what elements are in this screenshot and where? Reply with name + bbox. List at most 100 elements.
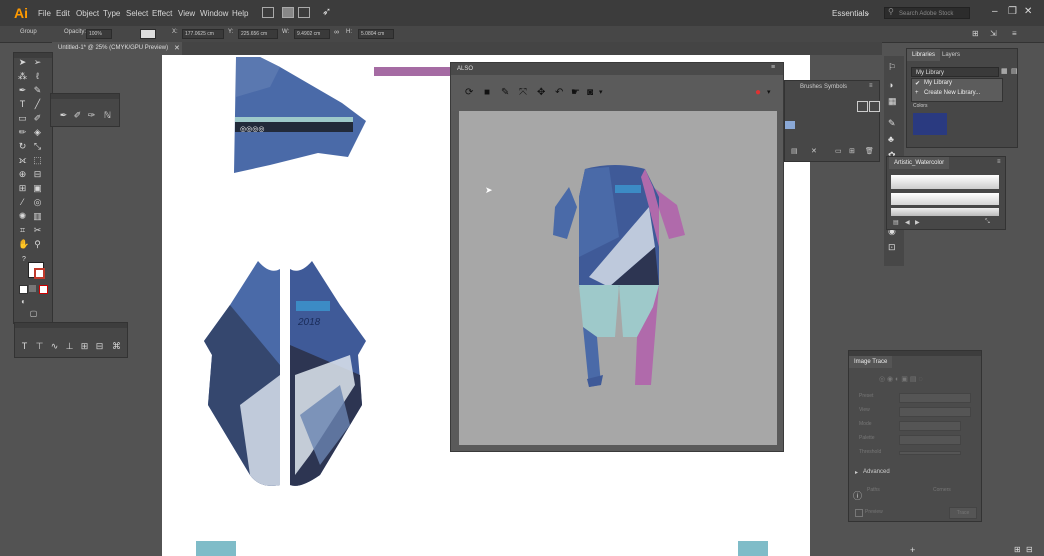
- shape-builder-icon[interactable]: ⊕: [18, 170, 27, 179]
- color-bar-shape[interactable]: [374, 67, 450, 76]
- mesh-tool-icon[interactable]: ⊞: [18, 184, 27, 193]
- menu-my-library[interactable]: My Library: [924, 80, 952, 86]
- arrange-icon[interactable]: ⊞: [972, 29, 979, 38]
- chevron-down-icon[interactable]: ▾: [767, 88, 771, 96]
- list-view-icon[interactable]: ▤: [1011, 67, 1018, 75]
- brush-icon[interactable]: ✎: [501, 87, 509, 98]
- grid-view-icon[interactable]: [869, 101, 880, 112]
- mode-select[interactable]: [899, 421, 961, 431]
- hand-tool-icon[interactable]: ✋: [18, 240, 29, 249]
- vertical-area-type-icon[interactable]: ⊞: [80, 342, 89, 351]
- advanced-toggle[interactable]: Advanced: [863, 469, 890, 475]
- threshold-slider[interactable]: [899, 451, 961, 455]
- eraser-icon[interactable]: ◈: [33, 128, 42, 137]
- library-color-swatch[interactable]: [913, 113, 947, 135]
- refresh-icon[interactable]: ⟳: [465, 87, 473, 98]
- leg-pattern-piece-right[interactable]: [738, 541, 768, 556]
- menu-icon[interactable]: ≡: [1012, 29, 1017, 38]
- menu-create-new-library[interactable]: Create New Library...: [924, 90, 980, 96]
- stock-icon[interactable]: [282, 7, 294, 18]
- rotate-icon[interactable]: ↻: [18, 142, 27, 151]
- window-titlebar[interactable]: ALSO: [451, 63, 783, 75]
- free-transform-icon[interactable]: ⬚: [33, 156, 42, 165]
- disclosure-icon[interactable]: ▸: [855, 469, 858, 476]
- paintbrush-icon[interactable]: ✐: [33, 114, 42, 123]
- brush-library-icon[interactable]: ▤: [791, 147, 798, 155]
- magic-wand-icon[interactable]: ⁂: [18, 72, 27, 81]
- type-on-path-icon[interactable]: ∿: [50, 342, 59, 351]
- 3d-wetsuit-model[interactable]: [549, 157, 689, 397]
- symbols-icon[interactable]: ♣: [888, 134, 894, 144]
- gradient-tool-icon[interactable]: ▣: [33, 184, 42, 193]
- type-icon[interactable]: T: [20, 342, 29, 351]
- menu-help[interactable]: Help: [232, 9, 248, 18]
- properties-icon[interactable]: ⚐: [888, 62, 896, 73]
- next-library-icon[interactable]: ▶: [915, 219, 920, 226]
- perspective-grid-icon[interactable]: ⊟: [33, 170, 42, 179]
- width-tool-icon[interactable]: ⟗: [18, 156, 27, 165]
- x-field[interactable]: 177.0625 cm: [182, 29, 224, 39]
- direct-selection-tool-icon[interactable]: ➢: [33, 58, 42, 67]
- color-mode-icon[interactable]: [19, 285, 28, 294]
- vertical-type-icon[interactable]: ⊥: [65, 342, 74, 351]
- gpu-performance-icon[interactable]: ➶: [322, 5, 331, 18]
- grid-view-icon[interactable]: ▦: [1001, 67, 1008, 75]
- menu-object[interactable]: Object: [76, 9, 99, 18]
- leg-pattern-piece-left[interactable]: [196, 541, 236, 556]
- camera-icon[interactable]: ◙: [587, 87, 593, 98]
- swatches-icon[interactable]: ▦: [888, 96, 897, 107]
- area-type-icon[interactable]: ⊤: [35, 342, 44, 351]
- y-field[interactable]: 225.656 cm: [238, 29, 278, 39]
- undo-icon[interactable]: ↶: [555, 87, 563, 98]
- curvature-tool-icon[interactable]: ✎: [33, 86, 42, 95]
- menu-type[interactable]: Type: [103, 9, 120, 18]
- menu-select[interactable]: Select: [126, 9, 148, 18]
- watercolor-brush-stroke-1[interactable]: [891, 175, 999, 189]
- symbol-sprayer-icon[interactable]: ✺: [18, 212, 27, 221]
- search-stock-input[interactable]: Search Adobe Stock: [884, 7, 970, 19]
- remove-stroke-icon[interactable]: ✕: [811, 147, 817, 155]
- chevron-down-icon[interactable]: ▾: [599, 88, 603, 96]
- tab-symbols[interactable]: Symbols: [819, 81, 852, 93]
- opacity-field[interactable]: 100%: [86, 29, 112, 39]
- brush-panel-title[interactable]: Artistic_Watercolor: [889, 157, 950, 169]
- trace-button[interactable]: Trace: [949, 507, 977, 519]
- scale-icon[interactable]: ⤡: [33, 142, 42, 151]
- panel-grip[interactable]: [51, 94, 119, 99]
- document-tab[interactable]: Untitled-1* @ 25% (CMYK/GPU Preview): [52, 42, 182, 55]
- w-field[interactable]: 9.4902 cm: [294, 29, 330, 39]
- zoom-tool-icon[interactable]: ⚲: [33, 240, 42, 249]
- type-tool-icon[interactable]: T: [18, 100, 27, 109]
- hand-icon[interactable]: ☛: [571, 87, 580, 98]
- move-icon[interactable]: ✥: [537, 87, 545, 98]
- column-graph-icon[interactable]: ▥: [33, 212, 42, 221]
- panel-collapse-icon[interactable]: ≡: [771, 64, 775, 71]
- torso-pattern-piece[interactable]: 2018: [200, 255, 370, 493]
- close-button[interactable]: ✕: [1024, 6, 1032, 17]
- trash-icon[interactable]: ⊟: [1026, 545, 1033, 554]
- auto-color-icon[interactable]: ◎ ◉ ◐ ▣ ▤ ◌: [879, 375, 923, 383]
- menu-window[interactable]: Window: [200, 9, 228, 18]
- delete-brush-icon[interactable]: 🗑: [865, 147, 874, 155]
- menu-edit[interactable]: Edit: [56, 9, 70, 18]
- library-select[interactable]: My Library: [911, 67, 999, 77]
- resize-icon[interactable]: ⤡: [985, 219, 990, 226]
- minimize-button[interactable]: –: [992, 6, 998, 17]
- watercolor-brush-stroke-2[interactable]: [891, 193, 999, 205]
- link-icon[interactable]: ∞: [334, 29, 339, 36]
- record-icon[interactable]: ●: [755, 87, 761, 98]
- transform-3d-icon[interactable]: ⤧: [519, 87, 527, 98]
- blend-tool-icon[interactable]: ◎: [33, 198, 42, 207]
- view-select[interactable]: [899, 407, 971, 417]
- gradient-mode-icon[interactable]: [29, 285, 36, 292]
- 3d-viewport[interactable]: ➤: [459, 111, 777, 445]
- preset-select[interactable]: [899, 393, 971, 403]
- none-mode-icon[interactable]: [39, 285, 48, 294]
- new-brush-icon[interactable]: ⊞: [849, 147, 855, 155]
- close-tab-icon[interactable]: ✕: [174, 44, 180, 52]
- anchor-delete-icon[interactable]: ✑: [87, 111, 96, 120]
- menu-effect[interactable]: Effect: [152, 9, 172, 18]
- panel-menu-icon[interactable]: ≡: [997, 159, 1001, 165]
- restore-button[interactable]: ❐: [1008, 6, 1017, 17]
- workspace-switcher[interactable]: Essentials: [832, 9, 868, 18]
